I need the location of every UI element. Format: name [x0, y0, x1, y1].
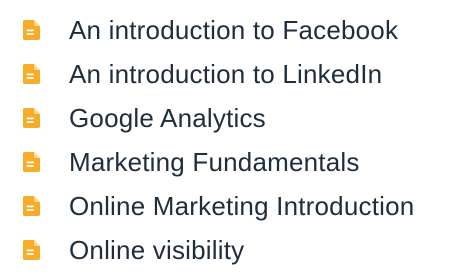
course-item-facebook[interactable]: An introduction to Facebook	[0, 13, 473, 47]
document-icon	[23, 152, 40, 172]
course-item-label: An introduction to LinkedIn	[69, 59, 383, 89]
document-icon	[23, 64, 40, 84]
document-icon	[23, 240, 40, 260]
course-item-label: Google Analytics	[69, 103, 266, 133]
course-item-label: Online Marketing Introduction	[69, 191, 415, 221]
course-item-linkedin[interactable]: An introduction to LinkedIn	[0, 57, 473, 91]
document-icon	[23, 20, 40, 40]
document-icon	[23, 196, 40, 216]
course-item-label: Online visibility	[69, 235, 245, 265]
course-item-google-analytics[interactable]: Google Analytics	[0, 101, 473, 135]
course-item-online-visibility[interactable]: Online visibility	[0, 233, 473, 267]
course-item-label: An introduction to Facebook	[69, 15, 399, 45]
document-icon	[23, 108, 40, 128]
course-item-online-marketing-introduction[interactable]: Online Marketing Introduction	[0, 189, 473, 223]
course-item-label: Marketing Fundamentals	[69, 147, 360, 177]
course-item-marketing-fundamentals[interactable]: Marketing Fundamentals	[0, 145, 473, 179]
course-list: An introduction to Facebook An introduct…	[0, 0, 473, 279]
